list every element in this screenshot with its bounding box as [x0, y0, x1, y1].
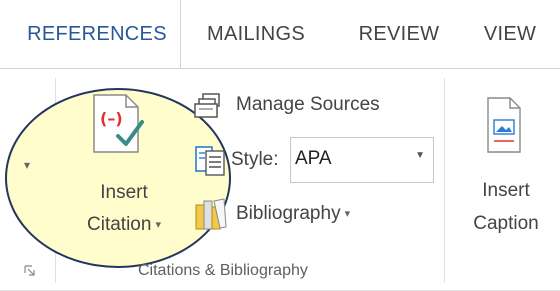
insert-citation-label-line2: Citation ▾ [68, 210, 180, 240]
ribbon-top-border [0, 68, 560, 69]
group-label-citations-bibliography: Citations & Bibliography [138, 262, 308, 279]
bibliography-button[interactable]: Bibliography ▾ [194, 195, 394, 235]
insert-citation-button[interactable]: (–) Insert Citation ▾ [68, 92, 180, 252]
style-label: Style: [231, 149, 279, 170]
tab-review[interactable]: REVIEW [336, 0, 462, 68]
insert-caption-icon [486, 96, 522, 159]
tab-mailings[interactable]: MAILINGS [184, 0, 328, 68]
manage-sources-button[interactable]: Manage Sources [194, 88, 422, 124]
insert-caption-label-line1: Insert [482, 180, 530, 201]
tab-view[interactable]: VIEW [464, 0, 556, 68]
bibliography-label-wrap: Bibliography ▾ [236, 203, 350, 225]
insert-caption-label-line2: Caption [473, 213, 539, 234]
previous-group-dropdown[interactable]: ▾ [24, 158, 30, 172]
insert-citation-icon: (–) [90, 92, 150, 161]
group-separator [444, 78, 445, 283]
insert-citation-label-text: Citation [87, 214, 152, 236]
chevron-down-icon: ▾ [344, 208, 351, 221]
dialog-launcher-icon[interactable] [24, 264, 36, 282]
manage-sources-label: Manage Sources [236, 94, 380, 115]
style-value: APA [295, 148, 332, 169]
chevron-down-icon: ▾ [155, 219, 161, 231]
insert-caption-button[interactable]: Insert Caption [456, 96, 556, 246]
bibliography-icon [194, 197, 228, 236]
manage-sources-icon [194, 92, 224, 125]
style-icon [194, 145, 228, 182]
chevron-down-icon: ▼ [415, 150, 425, 161]
svg-text:(–): (–) [100, 109, 123, 128]
insert-citation-label-line1: Insert [100, 182, 148, 203]
tab-references[interactable]: REFERENCES [14, 0, 181, 68]
ribbon-tab-bar: REFERENCES MAILINGS REVIEW VIEW [0, 0, 560, 68]
bibliography-label: Bibliography [236, 203, 341, 224]
style-dropdown[interactable]: APA ▼ [290, 137, 434, 183]
